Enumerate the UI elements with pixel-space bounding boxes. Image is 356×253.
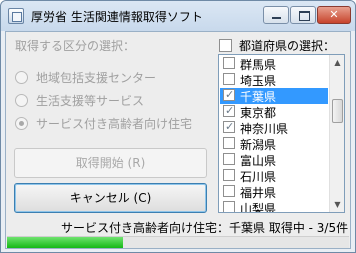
prefecture-checkbox[interactable] [223, 120, 235, 133]
list-item[interactable]: 神奈川県 [220, 120, 328, 136]
list-item[interactable]: 新潟県 [220, 136, 328, 152]
list-item[interactable]: 東京都 [220, 104, 328, 120]
progress-bar [7, 236, 349, 248]
prefecture-label: 神奈川県 [240, 122, 289, 136]
list-item-selected[interactable]: 千葉県 [220, 88, 328, 104]
radio-senior-housing[interactable] [15, 117, 28, 130]
start-fetch-button[interactable]: 取得開始 (R) [14, 148, 207, 178]
app-icon [8, 8, 24, 24]
list-item[interactable]: 山梨県 [220, 200, 328, 213]
prefecture-checkbox[interactable] [223, 185, 235, 197]
prefecture-label: 東京都 [240, 106, 277, 120]
radio-community-support-center[interactable] [15, 71, 28, 84]
prefecture-checkbox[interactable] [223, 201, 235, 212]
title-bar[interactable]: 厚労省 生活関連情報取得ソフト [1, 1, 355, 31]
prefecture-list-scrollbar[interactable]: ▲ ▼ [329, 55, 344, 212]
prefecture-selection-label: 都道府県の選択： [239, 39, 336, 53]
prefecture-checkbox[interactable] [223, 153, 235, 165]
prefecture-checkbox[interactable] [223, 73, 235, 85]
scroll-up-arrow-icon[interactable]: ▲ [330, 55, 344, 70]
radio-label-community-support-center[interactable]: 地域包括支援センター [36, 69, 156, 86]
list-item[interactable]: 福井県 [220, 184, 328, 200]
prefecture-list[interactable]: 群馬県 埼玉県 千葉県 東京都 神奈川県 新潟県 [218, 54, 345, 213]
prefecture-label: 群馬県 [240, 58, 277, 72]
prefecture-label: 福井県 [240, 186, 277, 200]
application-window: 厚労省 生活関連情報取得ソフト 取得する区分の選択： 地域包括支援センター 生活… [0, 0, 356, 253]
client-area: 取得する区分の選択： 地域包括支援センター 生活支援等サービス サービス付き高齢… [5, 31, 351, 249]
prefecture-label: 石川県 [240, 170, 277, 184]
prefecture-label: 山梨県 [240, 202, 277, 213]
prefecture-label: 新潟県 [240, 138, 277, 152]
list-item[interactable]: 群馬県 [220, 56, 328, 72]
prefecture-checkbox[interactable] [223, 88, 235, 101]
list-item[interactable]: 富山県 [220, 152, 328, 168]
maximize-button[interactable] [290, 6, 316, 24]
status-text: サービス付き高齢者向け住宅：千葉県 取得中 - 3/5件 [61, 221, 349, 235]
select-all-prefectures-checkbox[interactable] [219, 39, 232, 52]
list-item[interactable]: 埼玉県 [220, 72, 328, 88]
radio-life-support-services[interactable] [15, 94, 28, 107]
progress-fill [7, 237, 124, 248]
radio-label-senior-housing[interactable]: サービス付き高齢者向け住宅 [36, 115, 192, 132]
window-title: 厚労省 生活関連情報取得ソフト [31, 10, 203, 24]
prefecture-checkbox[interactable] [223, 104, 235, 117]
cancel-button[interactable]: キャンセル (C) [14, 183, 207, 213]
list-item[interactable]: 石川県 [220, 168, 328, 184]
category-group-label: 取得する区分の選択： [15, 39, 136, 53]
prefecture-checkbox[interactable] [223, 57, 235, 69]
radio-label-life-support-services[interactable]: 生活支援等サービス [36, 92, 144, 109]
close-button[interactable] [317, 6, 351, 24]
scroll-thumb[interactable] [332, 99, 343, 123]
prefecture-label: 埼玉県 [240, 74, 277, 88]
prefecture-label: 千葉県 [240, 90, 277, 104]
minimize-button[interactable] [263, 6, 289, 24]
prefecture-checkbox[interactable] [223, 137, 235, 149]
prefecture-checkbox[interactable] [223, 169, 235, 181]
prefecture-label: 富山県 [240, 154, 277, 168]
scroll-down-arrow-icon[interactable]: ▼ [330, 197, 344, 212]
